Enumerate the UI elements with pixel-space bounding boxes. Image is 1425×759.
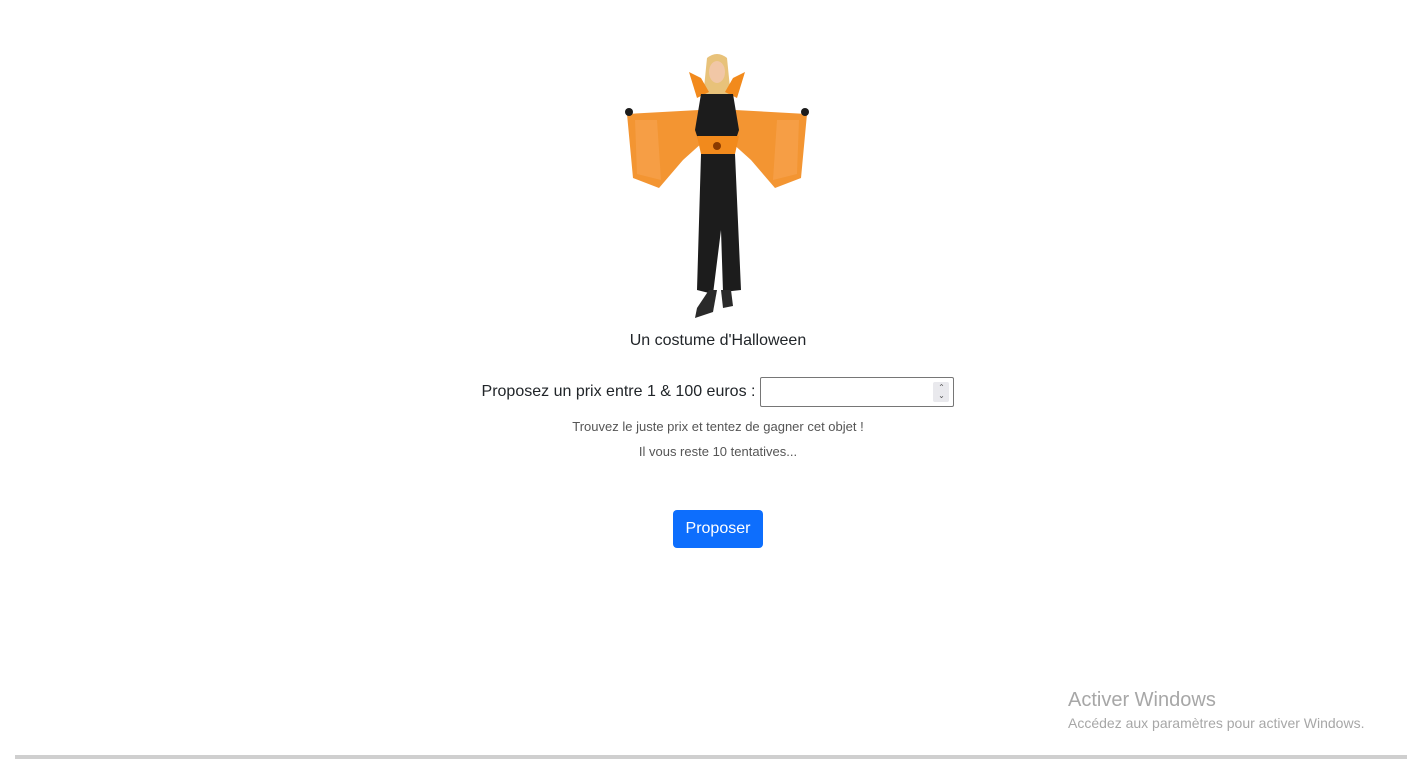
price-label: Proposez un prix entre 1 & 100 euros : xyxy=(481,383,756,400)
attempts-remaining-text: Il vous reste 10 tentatives... xyxy=(638,444,798,459)
price-input-wrapper[interactable]: ⌃ ⌄ xyxy=(760,377,955,407)
page: Un costume d'Halloween Proposez un prix … xyxy=(0,0,1425,759)
product-image xyxy=(625,54,809,318)
horizontal-scrollbar[interactable] xyxy=(15,755,1407,759)
price-input[interactable] xyxy=(761,378,934,404)
help-text: Trouvez le juste prix et tentez de gagne… xyxy=(572,419,864,434)
spinner-down-icon[interactable]: ⌄ xyxy=(938,392,945,400)
number-spinner[interactable]: ⌃ ⌄ xyxy=(933,382,950,402)
windows-activation-watermark: Activer Windows Accédez aux paramètres p… xyxy=(1068,688,1364,733)
propose-button[interactable]: Proposer xyxy=(673,510,763,548)
costume-figure xyxy=(625,54,809,318)
price-form-row: Proposez un prix entre 1 & 100 euros : ⌃… xyxy=(0,377,1425,407)
watermark-subtitle: Accédez aux paramètres pour activer Wind… xyxy=(1068,715,1365,731)
product-title: Un costume d'Halloween xyxy=(629,332,807,349)
watermark-title: Activer Windows xyxy=(1068,689,1216,711)
